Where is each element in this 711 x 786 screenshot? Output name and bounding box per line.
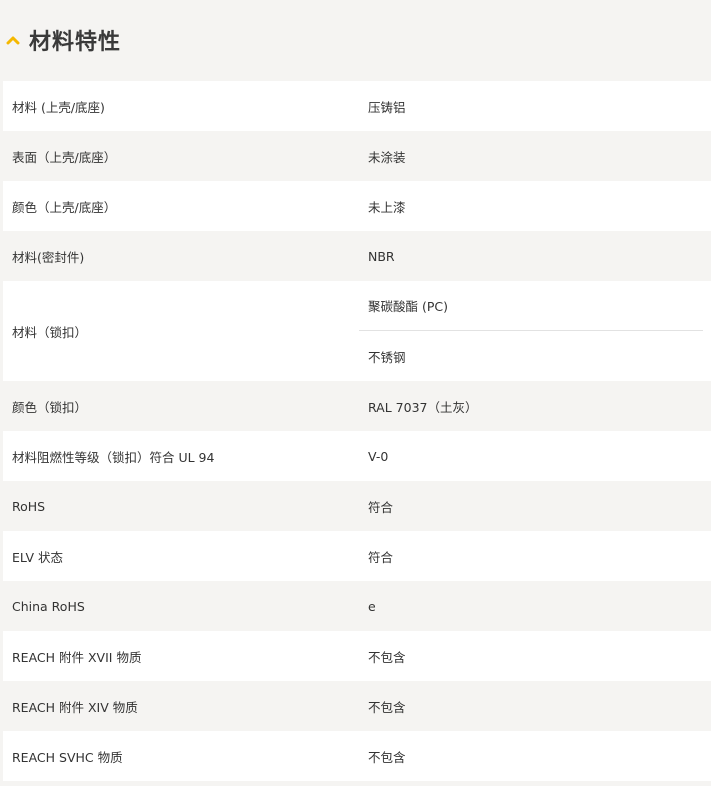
property-value: e (368, 598, 376, 614)
table-row: 表面（上壳/底座） 未涂装 (3, 131, 711, 181)
table-row: REACH SVHC 物质 不包含 (3, 731, 711, 781)
property-key: 材料 (上壳/底座) (12, 99, 105, 115)
table-row: REACH 附件 XVII 物质 不包含 (3, 631, 711, 681)
property-value: 不包含 (368, 699, 406, 715)
table-row: 颜色（锁扣） RAL 7037（土灰） (3, 381, 711, 431)
section-header-toggle[interactable]: 材料特性 (0, 0, 711, 80)
property-key: RoHS (12, 498, 46, 514)
property-value: 聚碳酸酯 (PC) (359, 281, 703, 331)
chevron-up-icon[interactable] (3, 30, 23, 50)
table-row: 颜色（上壳/底座） 未上漆 (3, 181, 711, 231)
property-key: 材料(密封件) (12, 249, 85, 265)
property-key: 表面（上壳/底座） (12, 149, 117, 165)
table-row: 材料(密封件) NBR (3, 231, 711, 281)
property-key: REACH 附件 XIV 物质 (12, 699, 138, 715)
property-value: 未涂装 (368, 149, 406, 165)
property-key: 材料（锁扣） (12, 324, 88, 340)
table-row: RoHS 符合 (3, 481, 711, 531)
property-value: 不包含 (368, 749, 406, 765)
property-key: REACH SVHC 物质 (12, 749, 123, 765)
property-value: 不锈钢 (368, 349, 406, 365)
property-key: 颜色（锁扣） (12, 399, 88, 415)
section-title: 材料特性 (29, 30, 122, 55)
property-value: V-0 (368, 448, 389, 464)
property-value: 未上漆 (368, 199, 406, 215)
property-key: 材料阻燃性等级（锁扣）符合 UL 94 (12, 449, 215, 465)
table-row: China RoHS e (3, 581, 711, 631)
property-value: 压铸铝 (368, 99, 406, 115)
material-properties-panel: 材料特性 材料 (上壳/底座) 压铸铝 表面（上壳/底座） 未涂装 颜色（上壳/… (0, 0, 711, 786)
table-row: 材料（锁扣） 聚碳酸酯 (PC) 不锈钢 (3, 281, 711, 381)
property-value: 符合 (368, 549, 394, 565)
property-key: ELV 状态 (12, 549, 64, 565)
property-value: RAL 7037（土灰） (368, 399, 478, 415)
property-value-list: 聚碳酸酯 (PC) 不锈钢 (359, 281, 711, 381)
table-row: ELV 状态 符合 (3, 531, 711, 581)
property-value: 符合 (368, 499, 394, 515)
table-row: 材料 (上壳/底座) 压铸铝 (3, 81, 711, 131)
table-row: REACH 附件 XIV 物质 不包含 (3, 681, 711, 731)
property-value: 不包含 (368, 649, 406, 665)
property-key: 颜色（上壳/底座） (12, 199, 117, 215)
property-value: NBR (368, 248, 395, 264)
property-key: China RoHS (12, 598, 85, 614)
property-key: REACH 附件 XVII 物质 (12, 649, 142, 665)
table-row: 材料阻燃性等级（锁扣）符合 UL 94 V-0 (3, 431, 711, 481)
properties-table: 材料 (上壳/底座) 压铸铝 表面（上壳/底座） 未涂装 颜色（上壳/底座） 未… (3, 81, 711, 781)
